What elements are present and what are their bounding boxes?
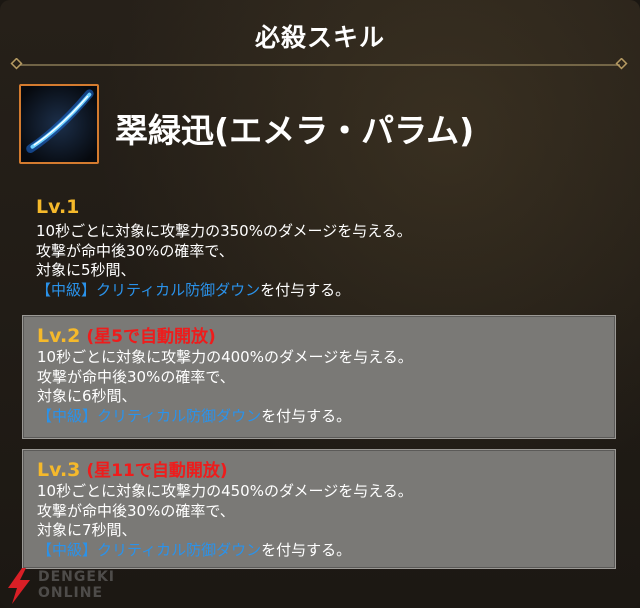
level-description-line: 対象に6秒間、 [37, 387, 137, 405]
level-block-1: Lv.1 10秒ごとに対象に攻撃力の350%のダメージを与える。 攻撃が命中後3… [22, 190, 616, 300]
level-block-2: Lv.2 (星5で自動開放) 10秒ごとに対象に攻撃力の400%のダメージを与える… [22, 315, 616, 439]
level-label: Lv.3 [37, 459, 81, 481]
blue-slash-icon [19, 84, 99, 164]
level-effect-line: 【中級】クリティカル防御ダウンを付与する。 [36, 281, 604, 301]
skill-name: 翠緑迅(エメラ・パラム) [115, 111, 475, 150]
panel-title: 必殺スキル [254, 23, 385, 52]
level-description-line: 攻撃が命中後30%の確率で、 [37, 501, 235, 520]
watermark-line: ONLINE [38, 585, 104, 601]
ornament-divider [10, 58, 628, 70]
level-description-line: 攻撃が命中後30%の確率で、 [36, 241, 234, 260]
effect-suffix: を付与する。 [260, 280, 351, 299]
lightning-bolt-icon [8, 568, 30, 604]
skill-panel: 必殺スキル 翠緑迅(エメラ・パラム) Lv.1 10秒ごとに対象に攻撃力の350… [0, 0, 640, 608]
level-description-line: 攻撃が命中後30%の確率で、 [37, 367, 235, 386]
level-block-3: Lv.3 (星11で自動開放) 10秒ごとに対象に攻撃力の450%のダメージを与え… [22, 449, 616, 569]
level-description-line: 対象に7秒間、 [37, 521, 137, 539]
level-description-line: 10秒ごとに対象に攻撃力の450%のダメージを与える。 [37, 482, 413, 500]
unlock-condition: (星11で自動開放) [86, 461, 228, 481]
level-label: Lv.2 [37, 325, 81, 347]
level-description-line: 10秒ごとに対象に攻撃力の400%のダメージを与える。 [37, 348, 413, 366]
watermark-logo: DENGEKI ONLINE [4, 566, 134, 606]
watermark-line: DENGEKI [38, 569, 116, 585]
level-description-line: 対象に5秒間、 [36, 261, 136, 279]
effect-name: 【中級】クリティカル防御ダウン [36, 280, 261, 299]
effect-suffix: を付与する。 [261, 540, 352, 559]
effect-suffix: を付与する。 [261, 406, 352, 425]
unlock-condition: (星5で自動開放) [86, 327, 216, 347]
effect-name: 【中級】クリティカル防御ダウン [37, 406, 262, 425]
level-effect-line: 【中級】クリティカル防御ダウンを付与する。 [37, 541, 603, 561]
level-effect-line: 【中級】クリティカル防御ダウンを付与する。 [37, 407, 603, 427]
level-description-line: 10秒ごとに対象に攻撃力の350%のダメージを与える。 [36, 222, 412, 240]
effect-name: 【中級】クリティカル防御ダウン [37, 540, 262, 559]
level-label: Lv.1 [36, 196, 80, 218]
